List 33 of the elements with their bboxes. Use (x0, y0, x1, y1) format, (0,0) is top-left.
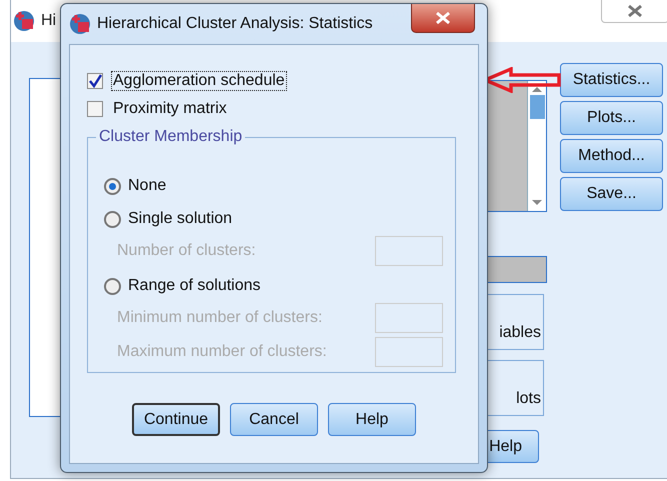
scroll-thumb[interactable] (530, 95, 544, 119)
dialog-button[interactable]: Statistics... (560, 63, 663, 97)
checkbox-label[interactable]: Agglomeration schedule (111, 71, 287, 91)
radio-label[interactable]: Range of solutions (128, 277, 261, 295)
close-button[interactable] (411, 4, 475, 33)
checkbox[interactable] (87, 73, 103, 89)
close-icon (435, 11, 451, 25)
field-label: Maximum number of clusters: (117, 343, 327, 361)
radio-button[interactable] (104, 178, 121, 194)
dialog-button[interactable]: Help (328, 403, 416, 436)
scroll-up-icon (530, 85, 544, 93)
dialog-button[interactable]: Plots... (560, 101, 663, 135)
close-icon (627, 4, 643, 18)
scroll-down-icon (530, 199, 544, 207)
field-label: Minimum number of clusters: (117, 309, 322, 327)
dialog-button[interactable]: Save... (560, 177, 663, 211)
dialog-button[interactable]: Method... (560, 139, 663, 173)
radio-button[interactable] (104, 210, 121, 228)
app-icon (69, 13, 91, 35)
group-title: Cluster Membership (96, 128, 246, 146)
field-label: Number of clusters: (117, 242, 256, 260)
dialog-title: Hierarchical Cluster Analysis: Statistics (97, 15, 373, 33)
checkbox-label[interactable]: Proximity matrix (111, 99, 229, 119)
radio-label[interactable]: Single solution (128, 210, 232, 228)
dialog-button[interactable]: Cancel (230, 403, 318, 436)
scrollbar[interactable] (527, 81, 546, 211)
close-button[interactable] (601, 0, 667, 23)
checkbox[interactable] (87, 101, 103, 117)
radio-label[interactable]: None (128, 177, 166, 195)
app-icon (13, 10, 35, 32)
window-title: Hi (41, 12, 56, 30)
dialog-button[interactable]: Continue (132, 403, 220, 436)
radio-button[interactable] (104, 278, 121, 294)
